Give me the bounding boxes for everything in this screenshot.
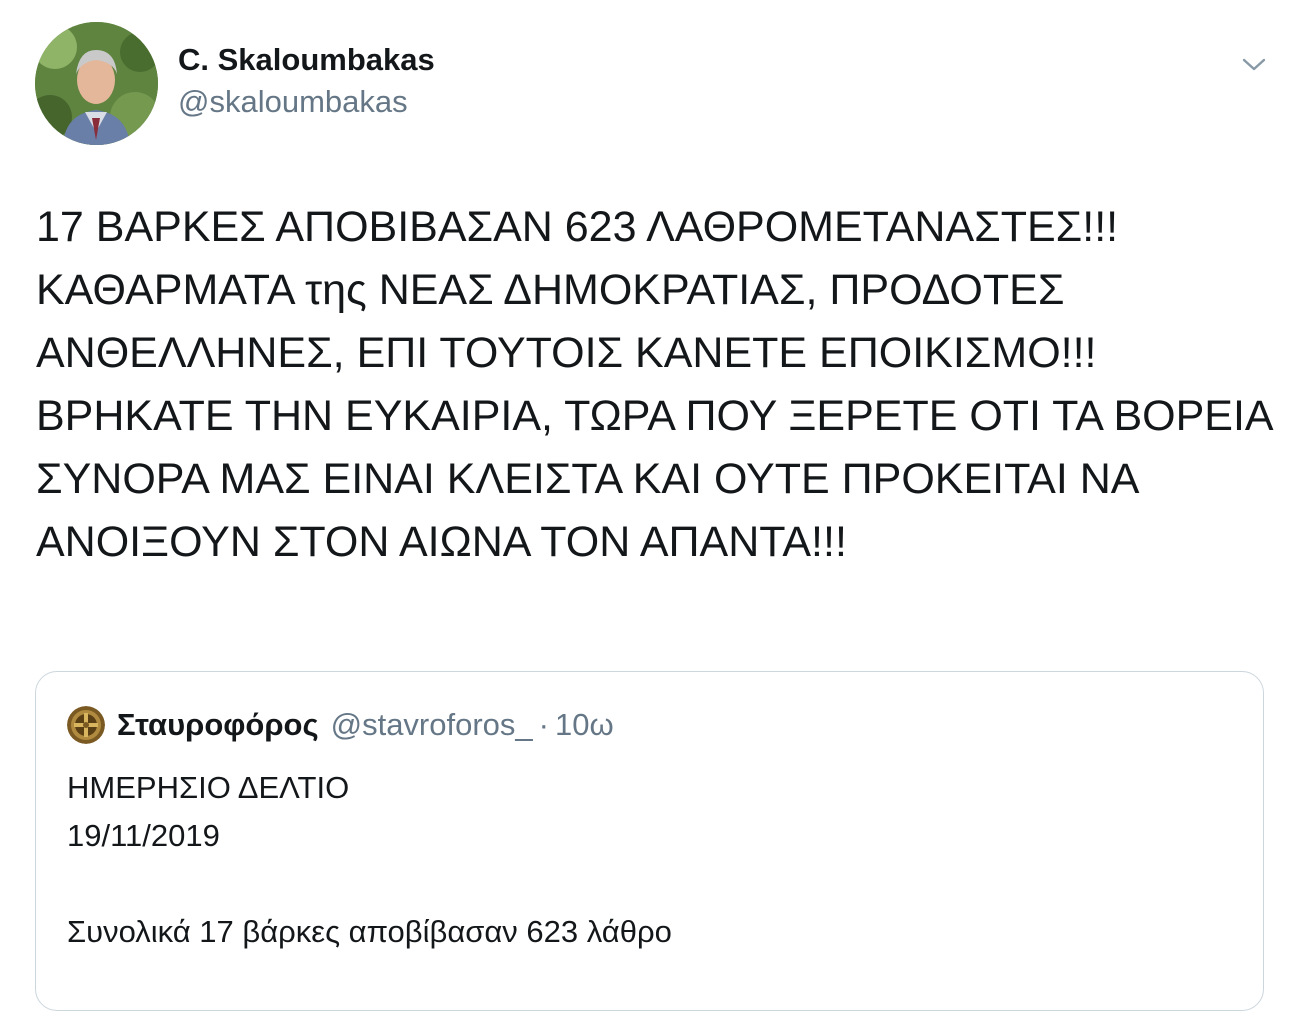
separator-dot: · (538, 707, 549, 742)
quoted-tweet-timestamp[interactable]: 10ω (555, 707, 614, 743)
quoted-author-display-name[interactable]: Σταυροφόρος (117, 707, 319, 743)
cross-emblem-icon (67, 706, 105, 744)
tweet-text-line: ΚΑΘΑΡΜΑΤΑ της ΝΕΑΣ ΔΗΜΟΚΡΑΤΙΑΣ, ΠΡΟΔΟΤΕΣ (36, 266, 1065, 314)
quoted-author-handle[interactable]: @stavroforos_ (331, 707, 533, 743)
quoted-text-line (67, 860, 672, 908)
quoted-tweet-card[interactable]: Σταυροφόρος @stavroforos_ · 10ω ΗΜΕΡΗΣΙΟ… (35, 671, 1264, 1011)
quoted-tweet-header: Σταυροφόρος @stavroforos_ · 10ω (67, 705, 614, 745)
author-handle[interactable]: @skaloumbakas (178, 84, 408, 120)
quoted-text-line: 19/11/2019 (67, 818, 220, 853)
quoted-tweet-text: ΗΜΕΡΗΣΙΟ ΔΕΛΤΙΟ 19/11/2019 Συνολικά 17 β… (67, 764, 672, 956)
author-avatar[interactable] (35, 22, 158, 145)
tweet-text-line: ΑΝΘΕΛΛΗΝΕΣ, ΕΠΙ ΤΟΥΤΟΙΣ ΚΑΝΕΤΕ ΕΠΟΙΚΙΣΜΟ… (36, 329, 1097, 377)
quoted-text-line: ΗΜΕΡΗΣΙΟ ΔΕΛΤΙΟ (67, 770, 350, 805)
tweet-text-line: ΣΥΝΟΡΑ ΜΑΣ ΕΙΝΑΙ ΚΛΕΙΣΤΑ ΚΑΙ ΟΥΤΕ ΠΡΟΚΕΙ… (36, 455, 1140, 503)
tweet-text-line: 17 ΒΑΡΚΕΣ ΑΠΟΒΙΒΑΣΑΝ 623 ΛΑΘΡΟΜΕΤΑΝΑΣΤΕΣ… (36, 203, 1119, 251)
quoted-author-avatar[interactable] (67, 706, 105, 744)
tweet-text: 17 ΒΑΡΚΕΣ ΑΠΟΒΙΒΑΣΑΝ 623 ΛΑΘΡΟΜΕΤΑΝΑΣΤΕΣ… (36, 196, 1274, 574)
author-display-name[interactable]: C. Skaloumbakas (178, 42, 435, 78)
author-photo-icon (35, 22, 158, 145)
chevron-down-icon[interactable] (1240, 52, 1268, 76)
tweet: C. Skaloumbakas @skaloumbakas 17 ΒΑΡΚΕΣ … (0, 0, 1289, 1011)
quoted-text-line: Συνολικά 17 βάρκες αποβίβασαν 623 λάθρο (67, 914, 672, 949)
tweet-text-line: ΑΝΟΙΞΟΥΝ ΣΤΟΝ ΑΙΩΝΑ ΤΟΝ ΑΠΑΝΤΑ!!! (36, 518, 847, 566)
tweet-text-line: ΒΡΗΚΑΤΕ ΤΗΝ ΕΥΚΑΙΡΙΑ, ΤΩΡΑ ΠΟΥ ΞΕΡΕΤΕ ΟΤ… (36, 392, 1274, 440)
